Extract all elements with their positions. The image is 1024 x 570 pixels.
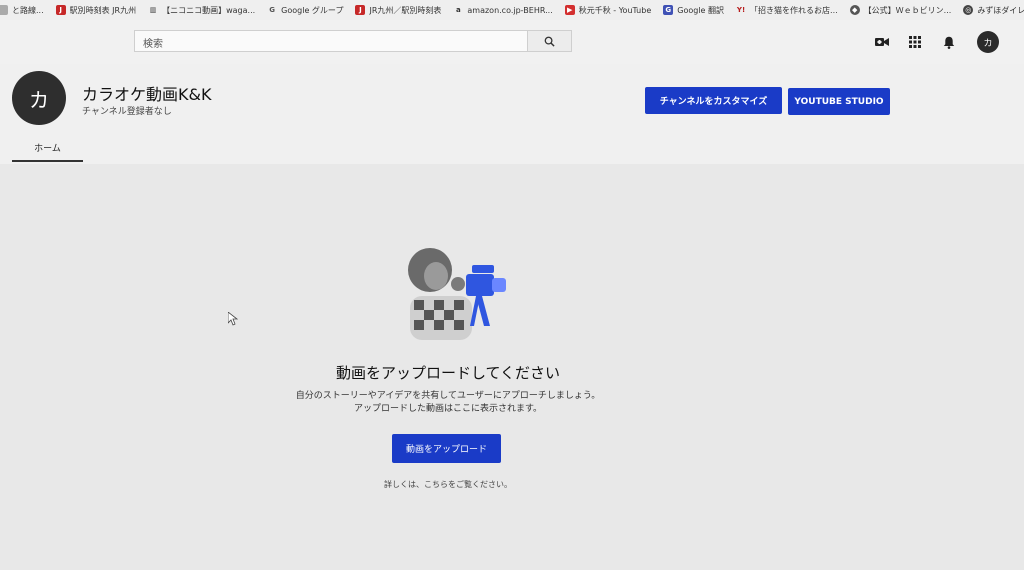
bookmark-item[interactable]: J JR九州／駅別時刻表 (355, 5, 441, 16)
search-icon (544, 36, 555, 47)
subscriber-count: チャンネル登録者なし (82, 107, 172, 117)
jr-icon: J (55, 5, 66, 15)
camera-operator-illustration (408, 248, 506, 340)
jr-icon: J (355, 5, 366, 15)
customize-channel-button[interactable]: チャンネルをカスタマイズ (645, 87, 782, 114)
channel-header: カ カラオケ動画K&K チャンネル登録者なし チャンネルをカスタマイズ YOUT… (0, 64, 1024, 164)
yahoo-icon: Y! (736, 6, 746, 14)
bookmark-item[interactable]: ▥ 【ニコニコ動画】waga... (148, 5, 255, 16)
youtube-icon: ▶ (564, 5, 575, 15)
translate-icon: G (663, 5, 674, 15)
bookmarks-bar: と路線... J 駅別時刻表 JR九州 ▥ 【ニコニコ動画】waga... G Goo… (0, 0, 1024, 20)
empty-state-description: 自分のストーリーやアイデアを共有してユーザーにアプローチしましょう。 アップロー… (0, 390, 896, 416)
bookmark-item[interactable]: と路線... (0, 5, 44, 16)
learn-more-link[interactable]: 詳しくは、こちらをご覧ください。 (0, 479, 896, 490)
upload-video-button[interactable]: 動画をアップロード (392, 434, 501, 463)
bookmark-item[interactable]: a amazon.co.jp-BEHR... (453, 5, 553, 15)
bookmark-item[interactable]: G Google グループ (267, 5, 343, 16)
channel-content: 動画をアップロードしてください 自分のストーリーやアイデアを共有してユーザーにア… (0, 164, 1024, 570)
masthead: 検索 カ (0, 20, 1024, 64)
bookmark-item[interactable]: ◎みずほダイレクト (963, 5, 1024, 16)
channel-name: カラオケ動画K&K (82, 85, 212, 104)
apps-button[interactable] (906, 33, 924, 51)
amazon-icon: a (456, 6, 461, 14)
tab-home[interactable]: ホーム (12, 136, 83, 162)
bookmark-item[interactable]: G Google 翻訳 (663, 5, 724, 16)
mouse-cursor-icon (228, 312, 238, 326)
create-video-button[interactable] (873, 33, 891, 51)
youtube-studio-button[interactable]: YOUTUBE STUDIO (788, 88, 890, 115)
empty-state-title: 動画をアップロードしてください (335, 364, 561, 382)
doc-icon (0, 5, 8, 15)
channel-avatar: カ (12, 71, 66, 125)
globe-icon: ◎ (963, 5, 974, 15)
video-camera-icon (875, 38, 889, 46)
account-avatar[interactable]: カ (977, 31, 999, 53)
notifications-button[interactable] (940, 33, 958, 51)
bookmark-item[interactable]: Y! 「招き猫を作れるお店... (736, 5, 838, 16)
search-button[interactable] (527, 30, 572, 52)
apps-grid-icon (909, 36, 921, 48)
web-icon: ◆ (849, 5, 860, 15)
bookmark-item[interactable]: ◆ 【公式】Ｗｅｂビリン... (849, 5, 951, 16)
description-line: アップロードした動画はここに表示されます。 (353, 404, 543, 414)
bookmark-item[interactable]: J 駅別時刻表 JR九州 (55, 5, 136, 16)
bookmark-item[interactable]: ▶ 秋元千秋 - YouTube (564, 5, 651, 16)
search-input[interactable]: 検索 (134, 30, 528, 52)
chart-icon: ▥ (149, 6, 157, 14)
bell-icon (943, 36, 955, 49)
description-line: 自分のストーリーやアイデアを共有してユーザーにアプローチしましょう。 (295, 391, 601, 401)
google-icon: G (269, 6, 276, 14)
